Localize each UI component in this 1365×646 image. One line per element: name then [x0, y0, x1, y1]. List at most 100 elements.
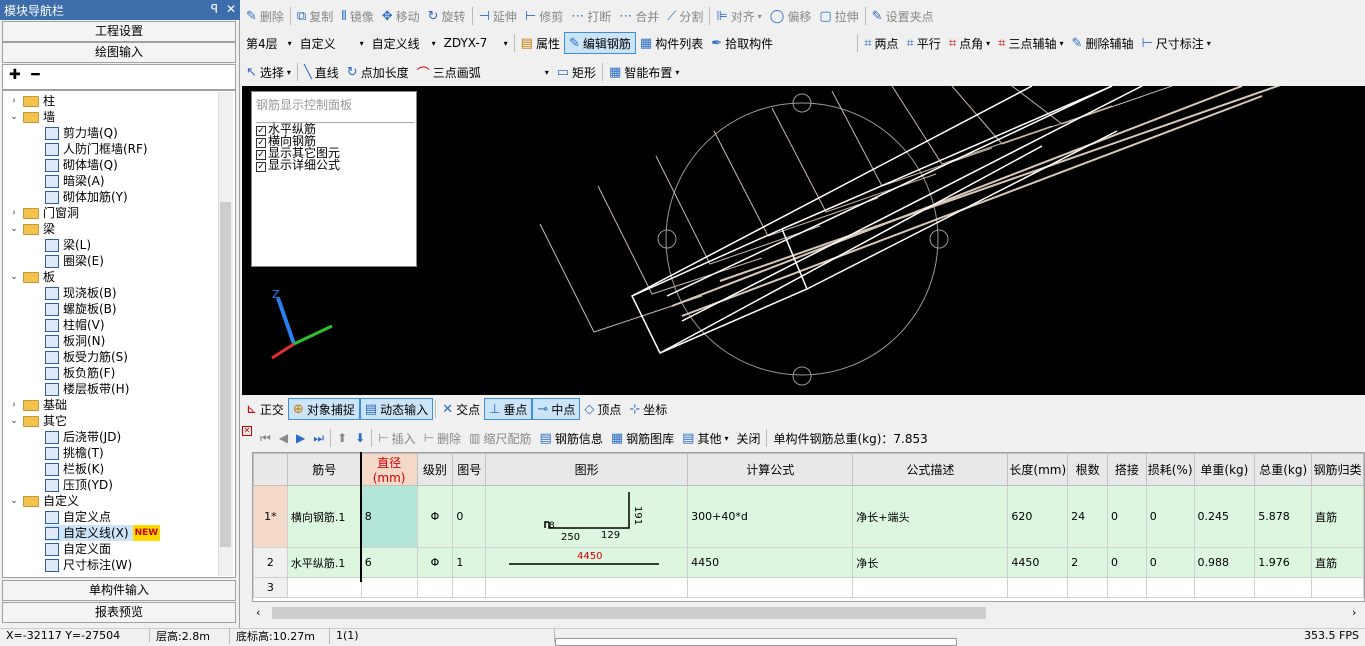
move-up-button[interactable]: ⬆ [333, 427, 351, 449]
other-button[interactable]: ▤ 其他 ▾ [678, 427, 732, 449]
col-header[interactable]: 搭接 [1106, 453, 1147, 486]
table-cell[interactable]: 4450 [687, 547, 854, 578]
col-header[interactable]: 图号 [452, 453, 487, 486]
col-header[interactable]: 单重(kg) [1193, 453, 1256, 486]
table-cell[interactable]: 0 [452, 485, 487, 548]
tree-item[interactable]: 砌体加筋(Y) [45, 189, 128, 205]
table-hscroll-thumb[interactable] [272, 607, 986, 619]
tb-copy[interactable]: ⧉ 复制 [293, 5, 337, 27]
rebar-info-button[interactable]: ▤ 钢筋信息 [536, 427, 607, 449]
tree-item[interactable]: 板负筋(F) [45, 365, 115, 381]
tree-item[interactable]: 板洞(N) [45, 333, 105, 349]
drawing-input-button[interactable]: 绘图输入 [2, 42, 236, 63]
tree-folder[interactable]: ⌄ 板 [9, 269, 55, 285]
table-cell[interactable] [1193, 577, 1256, 598]
col-header[interactable]: 直径(mm) [360, 453, 418, 486]
col-header[interactable]: 筋号 [286, 453, 362, 486]
tree-item[interactable]: 人防门框墙(RF) [45, 141, 148, 157]
tb-mirror[interactable]: ⫴ 镜像 [337, 5, 377, 27]
tree-item[interactable]: 压顶(YD) [45, 477, 113, 493]
table-cell[interactable]: 250 129 191 8 [485, 485, 689, 548]
tree-item[interactable]: 梁(L) [45, 237, 91, 253]
expander-icon[interactable]: ⌄ [9, 221, 19, 237]
table-cell[interactable]: 300+40*d [687, 485, 854, 548]
expand-all-icon[interactable]: ✚ [9, 67, 21, 83]
table-cell[interactable] [416, 577, 454, 598]
tb-merge[interactable]: ⋯ 合并 [615, 5, 663, 27]
next-row-button[interactable]: ▶ [292, 427, 309, 449]
dimension-button[interactable]: ⊢ 尺寸标注 ▾ [1137, 32, 1214, 54]
perpendicular-snap[interactable]: ⊥ 垂点 [484, 398, 533, 420]
edit-rebar-button[interactable]: ✎ 编辑钢筋 [563, 32, 636, 54]
tb-offset[interactable]: ◯ 偏移 [766, 5, 816, 27]
expander-icon[interactable]: ⌄ [9, 413, 19, 429]
col-header[interactable]: 图形 [485, 453, 689, 486]
category-select[interactable]: 自定义 ▾ [296, 35, 368, 52]
tree-folder[interactable]: ⌄ 其它 [9, 413, 67, 429]
tree-item[interactable]: 楼层板带(H) [45, 381, 129, 397]
expander-icon[interactable]: ⌄ [9, 493, 19, 509]
tree-folder[interactable]: ⌄ 梁 [9, 221, 55, 237]
table-cell[interactable]: 1* [253, 485, 288, 548]
three-point-axis-button[interactable]: ⌗ 三点辅轴 ▾ [994, 32, 1067, 54]
tree-item[interactable]: 板受力筋(S) [45, 349, 128, 365]
object-snap-toggle[interactable]: ⊕ 对象捕捉 [287, 398, 360, 420]
dynamic-input-toggle[interactable]: ▤ 动态输入 [359, 398, 434, 420]
table-cell[interactable]: 0.245 [1193, 485, 1256, 548]
table-cell[interactable]: 净长 [852, 547, 1009, 578]
close-panel-icon[interactable]: ✕ [242, 426, 252, 436]
select-button[interactable]: ↖ 选择 ▾ [242, 61, 295, 83]
close-grid-button[interactable]: 关闭 [732, 427, 764, 449]
table-cell[interactable]: 620 [1007, 485, 1069, 548]
tree-folder[interactable]: › 门窗洞 [9, 205, 79, 221]
tree-item[interactable]: 暗梁(A) [45, 173, 105, 189]
checkbox-checked-icon[interactable]: ✓ [256, 162, 266, 172]
tb-trim[interactable]: ⊢ 修剪 [521, 5, 567, 27]
tree-item[interactable]: 剪力墙(Q) [45, 125, 118, 141]
tb-stretch[interactable]: ▢ 拉伸 [815, 5, 862, 27]
col-header[interactable]: 长度(mm) [1007, 453, 1069, 486]
tree-item[interactable]: 栏板(K) [45, 461, 104, 477]
tb-rotate[interactable]: ↻ 旋转 [424, 5, 470, 27]
table-cell[interactable] [286, 577, 362, 598]
midpoint-snap[interactable]: ⊸ 中点 [532, 398, 581, 420]
checkbox-checked-icon[interactable]: ✓ [256, 138, 266, 148]
table-cell[interactable]: 8 [360, 485, 418, 548]
tree-item[interactable]: 尺寸标注(W) [45, 557, 132, 573]
table-row[interactable]: 1* 横向钢筋.1 8 Φ 0 250 129 191 8 300+40*d 净长+端头 620 24 0… [253, 485, 1364, 548]
point-angle-button[interactable]: ⌗ 点角 ▾ [945, 32, 994, 54]
parallel-button[interactable]: ⌗ 平行 [902, 32, 944, 54]
col-header[interactable]: 公式描述 [852, 453, 1009, 486]
table-cell[interactable] [1106, 577, 1147, 598]
table-cell[interactable]: 4450 [485, 547, 689, 578]
rebar-library-button[interactable]: ▦ 钢筋图库 [607, 427, 678, 449]
tb-break[interactable]: ⋯ 打断 [567, 5, 615, 27]
tree-item[interactable]: 自定义线(X) NEW [45, 525, 161, 541]
table-cell[interactable]: 2 [1067, 547, 1108, 578]
col-header[interactable]: 级别 [416, 453, 454, 486]
single-component-input-button[interactable]: 单构件输入 [2, 580, 236, 601]
scroll-right-icon[interactable]: › [1352, 606, 1356, 619]
tree-item[interactable]: 螺旋板(B) [45, 301, 117, 317]
pick-component-button[interactable]: ✒ 拾取构件 [707, 32, 777, 54]
table-cell[interactable]: 0 [1106, 547, 1147, 578]
type-select[interactable]: 自定义线 ▾ [368, 35, 440, 52]
tree-item[interactable]: 现浇板(B) [45, 285, 117, 301]
smart-layout-button[interactable]: ▦ 智能布置 ▾ [605, 61, 683, 83]
tree-folder[interactable]: › 柱 [9, 93, 55, 109]
scale-rebar-button[interactable]: ▥ 缩尺配筋 [465, 427, 535, 449]
table-cell[interactable]: 0 [1145, 485, 1195, 548]
expander-icon[interactable]: › [9, 205, 19, 221]
tb-set-grip[interactable]: ✎ 设置夹点 [868, 5, 938, 27]
table-cell[interactable]: 1.976 [1254, 547, 1313, 578]
tree-folder[interactable]: › 基础 [9, 397, 67, 413]
table-cell[interactable]: 0.988 [1193, 547, 1256, 578]
tree-item[interactable]: 挑檐(T) [45, 445, 104, 461]
col-header[interactable] [253, 453, 288, 486]
floor-select[interactable]: 第4层 ▾ [242, 35, 296, 52]
table-cell[interactable] [687, 577, 854, 598]
move-down-button[interactable]: ⬇ [351, 427, 369, 449]
tb-split[interactable]: ⟋ 分割 [663, 5, 707, 27]
tree-folder[interactable]: ⌄ 墙 [9, 109, 55, 125]
table-cell[interactable] [1067, 577, 1108, 598]
